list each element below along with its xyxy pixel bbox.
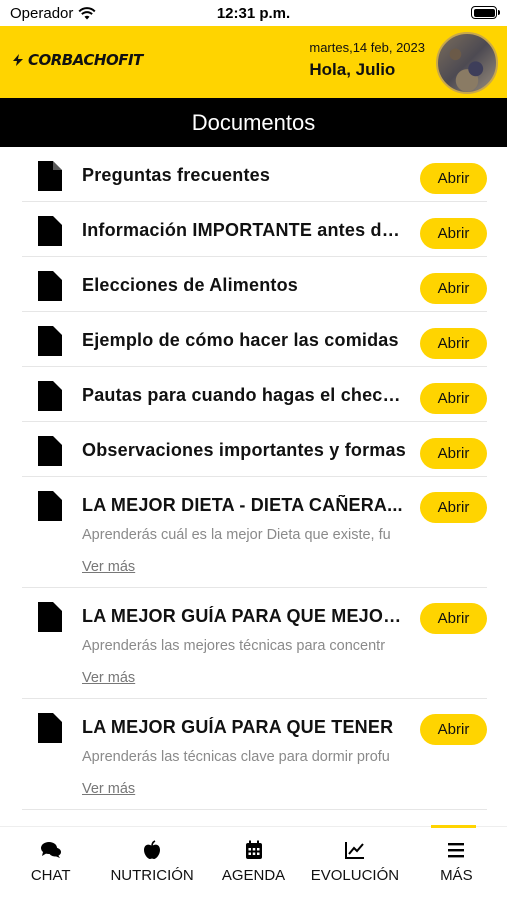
document-row: Información IMPORTANTE antes de empezar … (0, 202, 507, 257)
document-row: Preguntas frecuentes Abrir (0, 147, 507, 202)
document-icon (38, 326, 62, 356)
avatar[interactable] (436, 32, 498, 94)
document-row: Elecciones de Alimentos Abrir (0, 257, 507, 312)
open-button[interactable]: Abrir (420, 603, 487, 634)
tab-agenda[interactable]: AGENDA (203, 827, 304, 900)
open-button[interactable]: Abrir (420, 163, 487, 194)
see-more-link[interactable]: Ver más (82, 781, 135, 797)
chat-icon (40, 842, 61, 858)
open-button[interactable]: Abrir (420, 383, 487, 414)
document-row: LA MEJOR GUÍA PARA QUE MEJORES Aprenderá… (0, 588, 507, 699)
document-icon (38, 216, 62, 246)
document-title: Pautas para cuando hagas el check-in (82, 385, 408, 405)
document-description: Aprenderás las mejores técnicas para con… (82, 638, 386, 654)
brand-name: CORBACHOFIT (28, 51, 143, 69)
document-icon (38, 713, 62, 743)
tab-bar: CHAT NUTRICIÓN AGENDA EVOLUCIÓN MÁS (0, 825, 507, 900)
document-icon (38, 602, 62, 632)
header-info: martes,14 feb, 2023 Hola, Julio (309, 40, 425, 80)
document-icon (38, 161, 62, 191)
see-more-link[interactable]: Ver más (82, 559, 135, 575)
tab-chat[interactable]: CHAT (0, 827, 101, 900)
tab-label: EVOLUCIÓN (310, 867, 400, 884)
tab-label: CHAT (30, 867, 71, 884)
document-row: LA MEJOR DIETA - DIETA CAÑERA... Aprende… (0, 477, 507, 588)
document-title: LA MEJOR DIETA - DIETA CAÑERA... (82, 495, 403, 515)
document-title: Información IMPORTANTE antes de empezar (82, 220, 408, 240)
calendar-icon (245, 840, 262, 859)
document-list: Preguntas frecuentes Abrir Información I… (0, 147, 507, 810)
tab-nutricion[interactable]: NUTRICIÓN (101, 827, 202, 900)
app-header: CORBACHOFIT martes,14 feb, 2023 Hola, Ju… (0, 26, 507, 98)
open-button[interactable]: Abrir (420, 714, 487, 745)
document-description: Aprenderás las técnicas clave para dormi… (82, 749, 390, 765)
document-row: Pautas para cuando hagas el check-in Abr… (0, 367, 507, 422)
document-icon (38, 436, 62, 466)
open-button[interactable]: Abrir (420, 273, 487, 304)
open-button[interactable]: Abrir (420, 492, 487, 523)
page-title: Documentos (191, 109, 316, 135)
tab-evolucion[interactable]: EVOLUCIÓN (304, 827, 405, 900)
document-title: Elecciones de Alimentos (82, 275, 299, 295)
header-date: martes,14 feb, 2023 (309, 40, 425, 55)
battery-icon (471, 6, 500, 19)
document-row: Observaciones importantes y formas Abrir (0, 422, 507, 477)
bolt-icon (13, 54, 23, 66)
header-greeting: Hola, Julio (309, 60, 396, 79)
menu-icon (448, 843, 465, 858)
chart-line-icon (344, 842, 364, 859)
document-icon (38, 381, 62, 411)
document-title: LA MEJOR GUÍA PARA QUE MEJORES (82, 606, 408, 626)
document-title: Preguntas frecuentes (82, 165, 271, 185)
tab-label: AGENDA (221, 867, 286, 884)
tab-mas[interactable]: MÁS (406, 827, 507, 900)
open-button[interactable]: Abrir (420, 438, 487, 469)
document-description: Aprenderás cuál es la mejor Dieta que ex… (82, 527, 391, 543)
document-title: Ejemplo de cómo hacer las comidas (82, 330, 399, 350)
document-row: Ejemplo de cómo hacer las comidas Abrir (0, 312, 507, 367)
document-title: Observaciones importantes y formas (82, 440, 406, 460)
document-icon (38, 271, 62, 301)
open-button[interactable]: Abrir (420, 328, 487, 359)
active-tab-indicator (431, 825, 476, 828)
open-button[interactable]: Abrir (420, 218, 487, 249)
document-row: LA MEJOR GUÍA PARA QUE TENER Aprenderás … (0, 699, 507, 810)
document-icon (38, 491, 62, 521)
brand-logo: CORBACHOFIT (10, 51, 143, 69)
tab-label: NUTRICIÓN (110, 867, 194, 884)
status-bar: Operador 12:31 p.m. (0, 0, 507, 26)
title-bar: Documentos (0, 98, 507, 147)
see-more-link[interactable]: Ver más (82, 670, 135, 686)
tab-label: MÁS (440, 867, 473, 884)
apple-icon (144, 840, 161, 859)
status-time: 12:31 p.m. (216, 5, 291, 22)
document-title: LA MEJOR GUÍA PARA QUE TENER (82, 717, 394, 737)
